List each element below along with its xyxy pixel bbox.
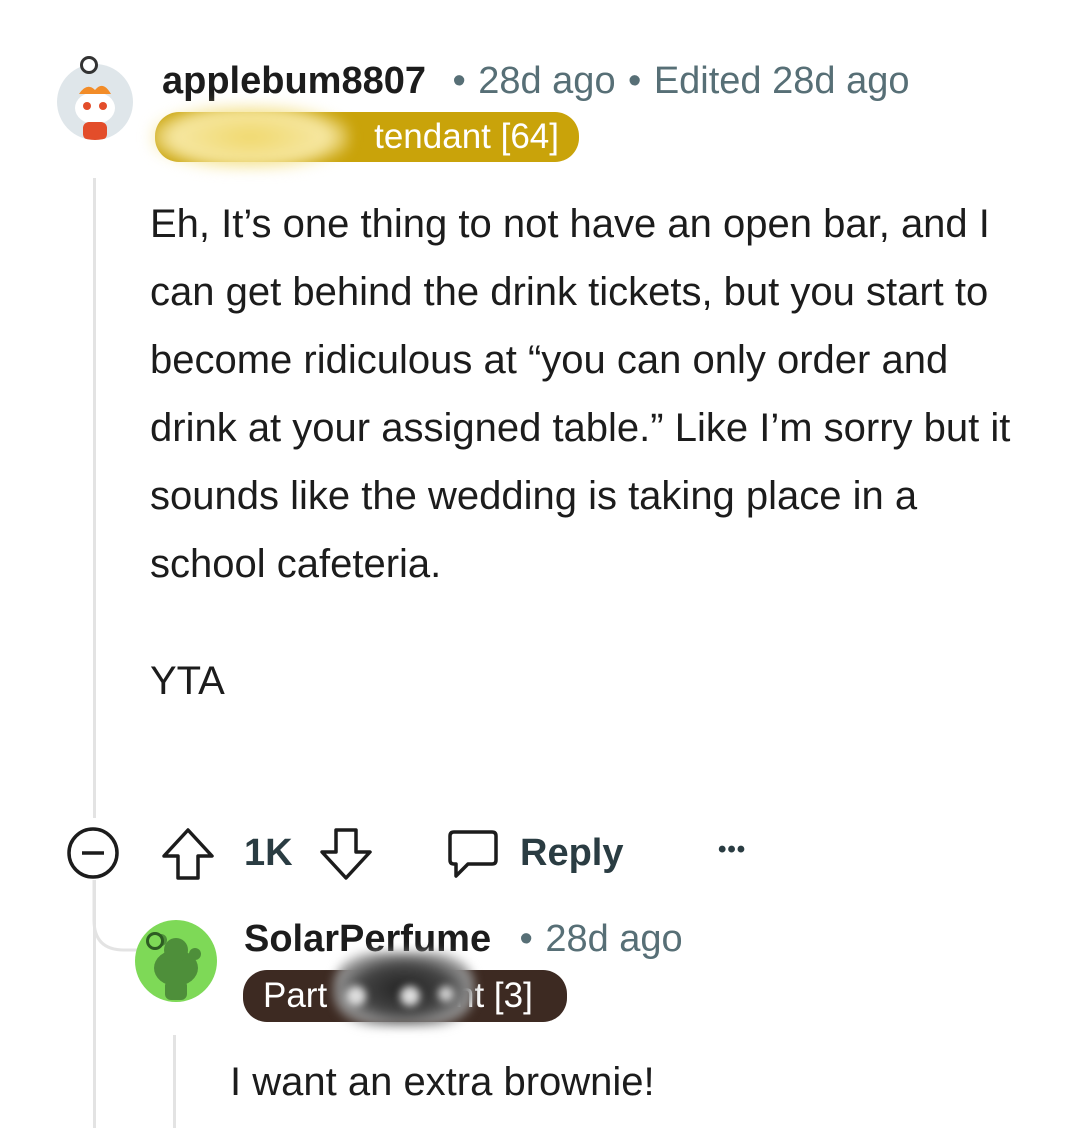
avatar[interactable] <box>57 64 133 140</box>
avatar-antenna-icon <box>80 56 98 74</box>
vote-count: 1K <box>244 832 293 874</box>
more-icon[interactable]: ••• <box>718 836 746 864</box>
upvote-button[interactable] <box>160 826 216 882</box>
reply-button[interactable]: Reply <box>446 826 646 882</box>
comment-header: applebum8807 • 28d ago • Edited 28d ago <box>162 60 909 103</box>
comment-paragraph: YTA <box>150 659 225 703</box>
meta-separator: • <box>519 918 533 960</box>
meta-separator: • <box>628 60 642 102</box>
reply-body: I want an extra brownie! <box>230 1060 655 1104</box>
meta-separator: • <box>452 60 466 102</box>
reply-header: SolarPerfume • 28d ago <box>244 918 683 961</box>
snoo-avatar-icon <box>75 85 115 140</box>
flair-blur-highlight <box>346 986 366 1006</box>
flair-blur-highlight <box>400 986 420 1006</box>
downvote-icon <box>320 828 372 880</box>
comment-body: Eh, It’s one thing to not have an open b… <box>150 190 1030 715</box>
flair-text-start: Part <box>263 976 328 1015</box>
collapse-button[interactable] <box>66 826 120 880</box>
avatar-antenna-icon <box>146 932 164 950</box>
flair-blur <box>150 104 350 170</box>
timestamp: 28d ago <box>545 918 683 960</box>
upvote-icon <box>162 828 214 880</box>
avatar[interactable] <box>135 920 217 1002</box>
edited-label: Edited 28d ago <box>653 60 910 102</box>
downvote-button[interactable] <box>318 826 374 882</box>
thread-line <box>93 178 96 818</box>
flair-text: tendant [64] <box>374 117 559 156</box>
timestamp: 28d ago <box>478 60 616 102</box>
reply-thread-line <box>173 1035 176 1128</box>
reply-label: Reply <box>520 832 624 874</box>
comment-icon <box>448 830 498 878</box>
collapse-icon <box>67 827 119 879</box>
flair-blur-highlight <box>438 986 454 1002</box>
snoo-avatar-icon <box>154 934 201 1000</box>
username[interactable]: applebum8807 <box>162 60 426 102</box>
comment-paragraph: Eh, It’s one thing to not have an open b… <box>150 202 1011 586</box>
